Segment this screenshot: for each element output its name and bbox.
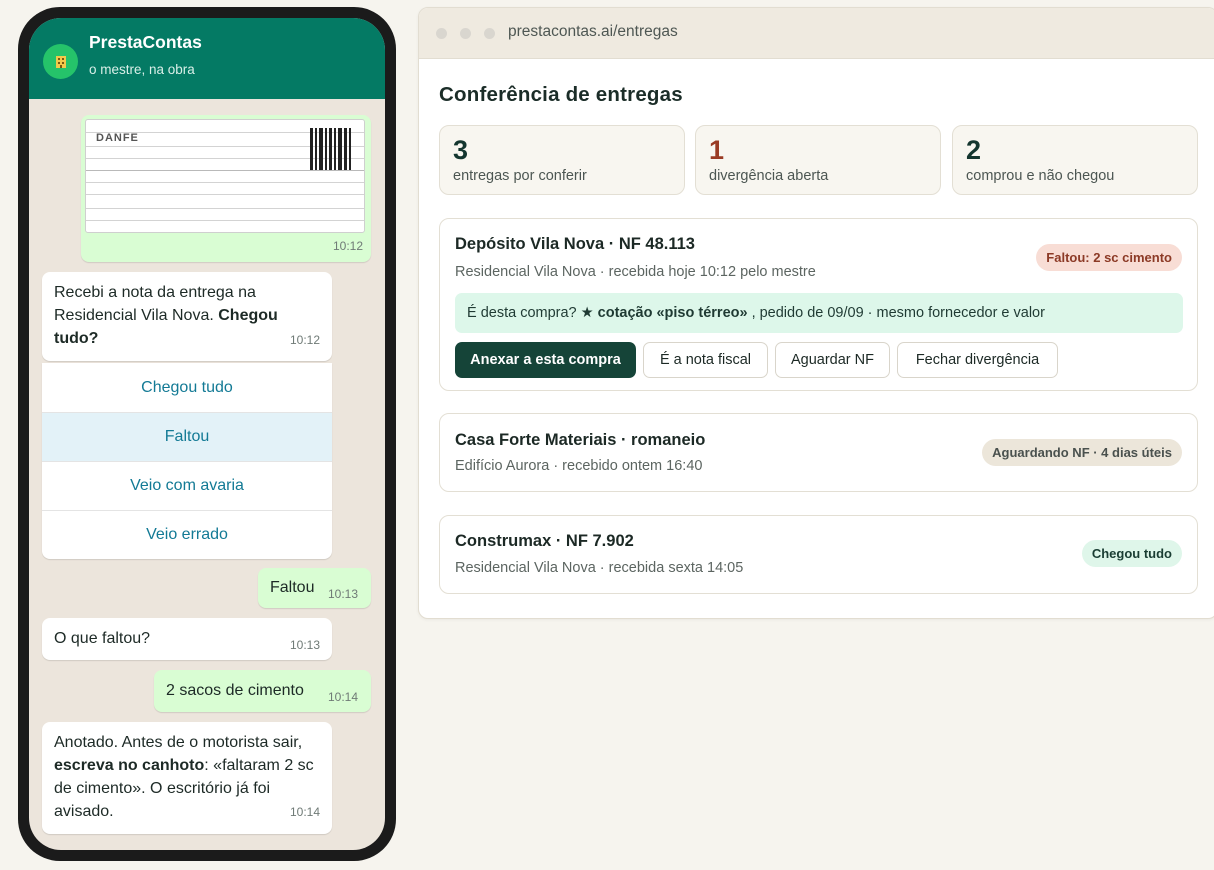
stat-card-nao-chegou[interactable]: 2 comprou e não chegou: [952, 125, 1198, 195]
delivery-subtitle: Edifício Aurora · recebido ontem 16:40: [455, 458, 703, 474]
suggestion-text: É desta compra? ★: [467, 305, 594, 321]
status-badge: Faltou: 2 sc cimento: [1036, 244, 1182, 271]
quick-reply-chegou-tudo[interactable]: Chegou tudo: [42, 363, 332, 412]
suggestion-detail: , pedido de 09/09 · mesmo fornecedor e v…: [751, 305, 1045, 321]
whatsapp-screen: PrestaContas o mestre, na obra DANFE 10:…: [29, 18, 385, 850]
contact-name: PrestaContas: [89, 32, 202, 52]
stat-number: 1: [709, 135, 725, 165]
browser-window: prestacontas.ai/entregas Conferência de …: [418, 7, 1214, 619]
status-badge: Aguardando NF · 4 dias úteis: [982, 439, 1182, 466]
is-invoice-button[interactable]: É a nota fiscal: [643, 342, 768, 378]
delivery-card-deposito-vila-nova: Depósito Vila Nova · NF 48.113 Residenci…: [439, 218, 1198, 391]
incoming-message-oque: O que faltou? 10:13: [42, 618, 332, 660]
window-maximize-button[interactable]: [484, 28, 495, 39]
suggestion-match: cotação «piso térreo»: [597, 305, 748, 321]
danfe-rule: [86, 194, 364, 195]
stat-card-por-conferir[interactable]: 3 entregas por conferir: [439, 125, 685, 195]
barcode-icon: [310, 128, 354, 170]
message-text: O que faltou?: [54, 630, 151, 647]
message-text: Anotado. Antes de o motorista sair,: [54, 734, 303, 751]
delivery-card-casa-forte[interactable]: Casa Forte Materiais · romaneio Edifício…: [439, 413, 1198, 492]
incoming-message-recebi: Recebi a nota da entrega na Residencial …: [42, 272, 332, 361]
danfe-rule: [86, 208, 364, 209]
stat-number: 3: [453, 135, 469, 165]
message-time: 10:12: [289, 333, 320, 347]
danfe-rule: [86, 182, 364, 183]
attach-to-purchase-button[interactable]: Anexar a esta compra: [455, 342, 636, 378]
phone-frame: PrestaContas o mestre, na obra DANFE 10:…: [18, 7, 396, 861]
quick-reply-veio-com-avaria[interactable]: Veio com avaria: [42, 461, 332, 510]
quick-reply-veio-errado[interactable]: Veio errado: [42, 510, 332, 559]
message-time: 10:14: [289, 805, 320, 819]
danfe-thumbnail[interactable]: DANFE: [85, 119, 365, 233]
address-bar[interactable]: prestacontas.ai/entregas: [508, 23, 678, 41]
chat-header[interactable]: PrestaContas o mestre, na obra: [29, 18, 385, 99]
message-text: Faltou: [270, 579, 315, 596]
contact-avatar[interactable]: [43, 44, 78, 79]
incoming-message-anotado: Anotado. Antes de o motorista sair, escr…: [42, 722, 332, 834]
delivery-subtitle: Residencial Vila Nova · recebida hoje 10…: [455, 264, 816, 280]
status-badge: Chegou tudo: [1081, 540, 1182, 567]
window-close-button[interactable]: [436, 28, 447, 39]
message-text-bold: escreva no canhoto: [54, 757, 205, 774]
browser-toolbar: prestacontas.ai/entregas: [419, 8, 1214, 59]
message-text: 2 sacos de cimento: [166, 682, 304, 699]
message-time: 10:12: [332, 239, 363, 253]
danfe-rule: [86, 170, 364, 171]
stat-label: divergência aberta: [709, 168, 829, 184]
message-time: 10:13: [327, 587, 358, 601]
page-title: Conferência de entregas: [439, 83, 683, 106]
stat-label: entregas por conferir: [453, 168, 587, 184]
delivery-title: Casa Forte Materiais · romaneio: [455, 431, 706, 449]
stat-label: comprou e não chegou: [966, 168, 1115, 184]
purchase-suggestion[interactable]: É desta compra? ★ cotação «piso térreo» …: [455, 293, 1183, 333]
window-minimize-button[interactable]: [460, 28, 471, 39]
outgoing-message-sacos: 2 sacos de cimento 10:14: [154, 670, 371, 712]
stat-card-divergencia[interactable]: 1 divergência aberta: [695, 125, 941, 195]
delivery-subtitle: Residencial Vila Nova · recebida sexta 1…: [455, 560, 744, 576]
close-divergence-button[interactable]: Fechar divergência: [897, 342, 1058, 378]
message-time: 10:13: [289, 638, 320, 652]
outgoing-message-faltou: Faltou 10:13: [258, 568, 371, 608]
delivery-title: Construmax · NF 7.902: [455, 532, 634, 550]
delivery-title: Depósito Vila Nova · NF 48.113: [455, 235, 695, 253]
building-icon: [55, 55, 66, 68]
danfe-image-message[interactable]: DANFE 10:12: [81, 115, 371, 262]
danfe-rule: [86, 220, 364, 221]
stat-number: 2: [966, 135, 982, 165]
quick-reply-faltou[interactable]: Faltou: [42, 412, 332, 461]
await-invoice-button[interactable]: Aguardar NF: [775, 342, 890, 378]
contact-status: o mestre, na obra: [89, 62, 195, 77]
delivery-card-construmax[interactable]: Construmax · NF 7.902 Residencial Vila N…: [439, 515, 1198, 594]
quick-reply-list: Chegou tudo Faltou Veio com avaria Veio …: [42, 363, 332, 559]
message-time: 10:14: [327, 690, 358, 704]
